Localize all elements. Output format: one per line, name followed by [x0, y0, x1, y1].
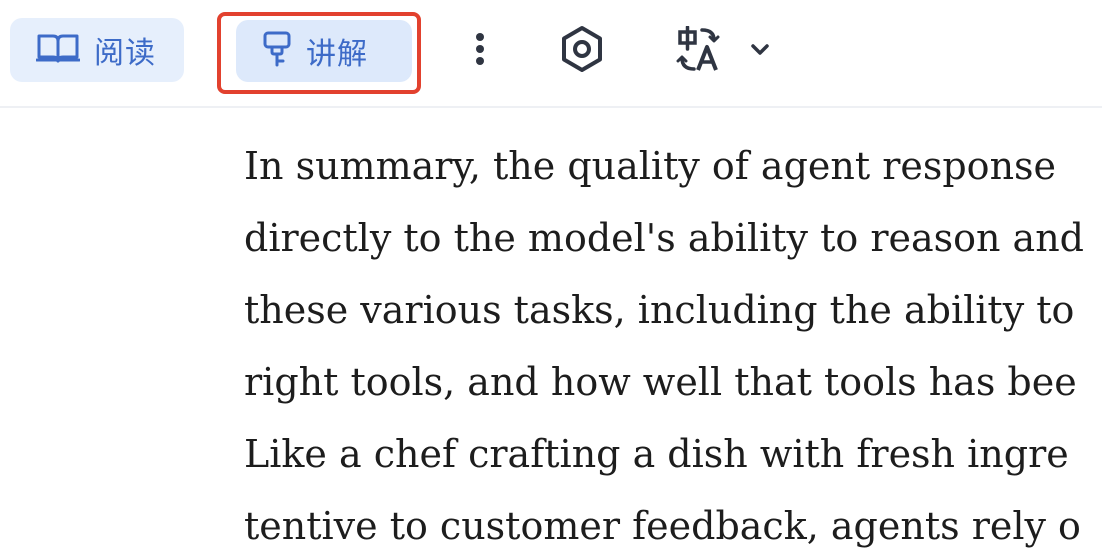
- more-options-button[interactable]: [458, 26, 502, 76]
- hexagon-settings-icon: [560, 25, 604, 77]
- reading-content: In summary, the quality of agent respons…: [244, 130, 1102, 556]
- translate-icon: [676, 25, 722, 76]
- explain-mode-label: 讲解: [306, 37, 368, 72]
- explain-mode-button[interactable]: 讲解: [236, 20, 412, 82]
- content-line: directly to the model's ability to reaso…: [244, 216, 1085, 260]
- content-line: right tools, and how well that tools has…: [244, 360, 1077, 404]
- content-line: these various tasks, including the abili…: [244, 288, 1075, 332]
- more-vertical-icon: [474, 31, 486, 71]
- chevron-down-icon: [750, 42, 770, 61]
- content-line: tentive to customer feedback, agents rel…: [244, 504, 1081, 548]
- read-mode-label: 阅读: [94, 36, 156, 71]
- open-book-icon: [35, 32, 81, 68]
- translate-dropdown[interactable]: [676, 24, 786, 78]
- content-line: Like a chef crafting a dish with fresh i…: [244, 432, 1069, 476]
- settings-button[interactable]: [556, 24, 608, 78]
- read-mode-button[interactable]: 阅读: [10, 18, 184, 82]
- presentation-lamp-icon: [262, 30, 292, 72]
- toolbar: 阅读 讲解: [0, 0, 1102, 108]
- content-line: In summary, the quality of agent respons…: [244, 144, 1057, 188]
